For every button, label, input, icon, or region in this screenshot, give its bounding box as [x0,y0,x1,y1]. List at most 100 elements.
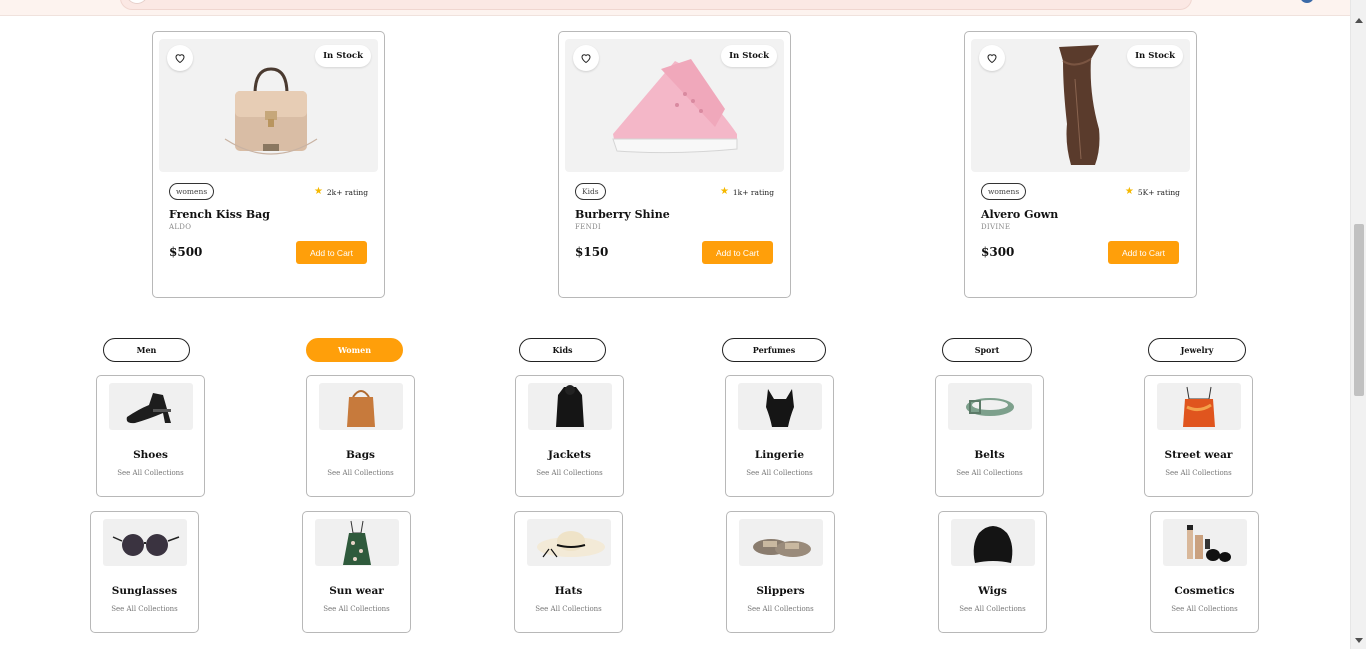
tile-title: Jackets [548,449,591,461]
category-tag: Kids [575,183,606,200]
product-name[interactable]: Alvero Gown [981,208,1058,221]
see-all-link[interactable]: See All Collections [516,469,623,477]
category-tile-hats[interactable]: Hats See All Collections [514,511,623,633]
header-strip [0,0,1350,16]
sun-wear-image [315,519,399,566]
tile-title: Belts [974,449,1005,461]
see-all-link[interactable]: See All Collections [936,469,1043,477]
tile-title: Cosmetics [1174,585,1235,597]
product-card[interactable]: In Stock womens ★ 5K+ rating Alvero Gown … [964,31,1197,298]
tile-title: Street wear [1164,449,1233,461]
tile-title: Shoes [133,449,168,461]
see-all-link[interactable]: See All Collections [303,605,410,613]
pill-jewelry[interactable]: Jewelry [1148,338,1246,362]
sunglasses-image [103,519,187,566]
tile-title: Slippers [756,585,805,597]
product-brand: DIVINE [981,223,1011,231]
pill-perfumes[interactable]: Perfumes [722,338,826,362]
heart-icon [987,54,997,64]
tile-title: Wigs [978,585,1007,597]
see-all-link[interactable]: See All Collections [1151,605,1258,613]
see-all-link[interactable]: See All Collections [1145,469,1252,477]
pill-men[interactable]: Men [103,338,190,362]
add-to-cart-button[interactable]: Add to Cart [296,241,367,264]
add-to-cart-button[interactable]: Add to Cart [1108,241,1179,264]
product-name[interactable]: French Kiss Bag [169,208,270,221]
category-tile-sunglasses[interactable]: Sunglasses See All Collections [90,511,199,633]
product-price: $300 [981,245,1015,259]
tile-title: Bags [346,449,375,461]
tile-title: Hats [554,585,583,597]
star-icon: ★ [1124,186,1134,197]
product-name[interactable]: Burberry Shine [575,208,670,221]
rating: ★ 2k+ rating [314,187,368,197]
hats-image [527,519,611,566]
product-image-handbag[interactable]: In Stock [159,39,378,172]
rating: ★ 5K+ rating [1125,187,1180,197]
rating-text: 1k+ rating [732,187,774,197]
street-wear-image [1157,383,1241,430]
product-price: $150 [575,245,609,259]
see-all-link[interactable]: See All Collections [727,605,834,613]
belts-image [948,383,1032,430]
wishlist-button[interactable] [167,45,193,71]
pill-sport[interactable]: Sport [942,338,1032,362]
category-tile-belts[interactable]: Belts See All Collections [935,375,1044,497]
product-brand: FENDI [575,223,601,231]
heart-icon [175,54,185,64]
product-card[interactable]: In Stock Kids ★ 1k+ rating Burberry Shine… [558,31,791,298]
stock-badge: In Stock [1127,45,1183,67]
lingerie-image [738,383,822,430]
product-brand: ALDO [169,223,192,231]
star-icon: ★ [313,186,323,197]
pill-kids[interactable]: Kids [519,338,606,362]
category-tile-bags[interactable]: Bags See All Collections [306,375,415,497]
bags-image [319,383,403,430]
see-all-link[interactable]: See All Collections [515,605,622,613]
add-to-cart-button[interactable]: Add to Cart [702,241,773,264]
category-tile-lingerie[interactable]: Lingerie See All Collections [725,375,834,497]
see-all-link[interactable]: See All Collections [726,469,833,477]
heart-icon [581,54,591,64]
see-all-link[interactable]: See All Collections [307,469,414,477]
product-card[interactable]: In Stock womens ★ 2k+ rating French Kiss … [152,31,385,298]
scroll-up-arrow-icon[interactable] [1355,18,1363,23]
category-tile-jackets[interactable]: Jackets See All Collections [515,375,624,497]
shoes-image [109,383,193,430]
category-tile-street-wear[interactable]: Street wear See All Collections [1144,375,1253,497]
product-image-sneaker[interactable]: In Stock [565,39,784,172]
wishlist-button[interactable] [573,45,599,71]
user-icon[interactable] [1300,0,1314,3]
product-price: $500 [169,245,203,259]
scroll-thumb[interactable] [1354,224,1364,396]
category-tile-shoes[interactable]: Shoes See All Collections [96,375,205,497]
wishlist-button[interactable] [979,45,1005,71]
category-tile-cosmetics[interactable]: Cosmetics See All Collections [1150,511,1259,633]
page-scrollbar[interactable] [1350,0,1366,649]
category-tile-sun-wear[interactable]: Sun wear See All Collections [302,511,411,633]
jackets-image [528,383,612,430]
category-tag: womens [169,183,215,200]
tile-title: Lingerie [754,449,805,461]
cosmetics-image [1163,519,1247,566]
wigs-image [951,519,1035,566]
category-tile-wigs[interactable]: Wigs See All Collections [938,511,1047,633]
category-tile-slippers[interactable]: Slippers See All Collections [726,511,835,633]
scroll-down-arrow-icon[interactable] [1355,638,1363,643]
tile-title: Sunglasses [111,585,178,597]
rating-text: 2k+ rating [326,187,368,197]
pill-women[interactable]: Women [306,338,403,362]
see-all-link[interactable]: See All Collections [939,605,1046,613]
see-all-link[interactable]: See All Collections [97,469,204,477]
category-tag: womens [981,183,1027,200]
stock-badge: In Stock [315,45,371,67]
product-image-gown[interactable]: In Stock [971,39,1190,172]
tile-title: Sun wear [329,585,384,597]
slippers-image [739,519,823,566]
star-icon: ★ [719,186,729,197]
rating: ★ 1k+ rating [720,187,774,197]
see-all-link[interactable]: See All Collections [91,605,198,613]
stock-badge: In Stock [721,45,777,67]
rating-text: 5K+ rating [1137,187,1180,197]
search-bar[interactable] [120,0,1192,10]
